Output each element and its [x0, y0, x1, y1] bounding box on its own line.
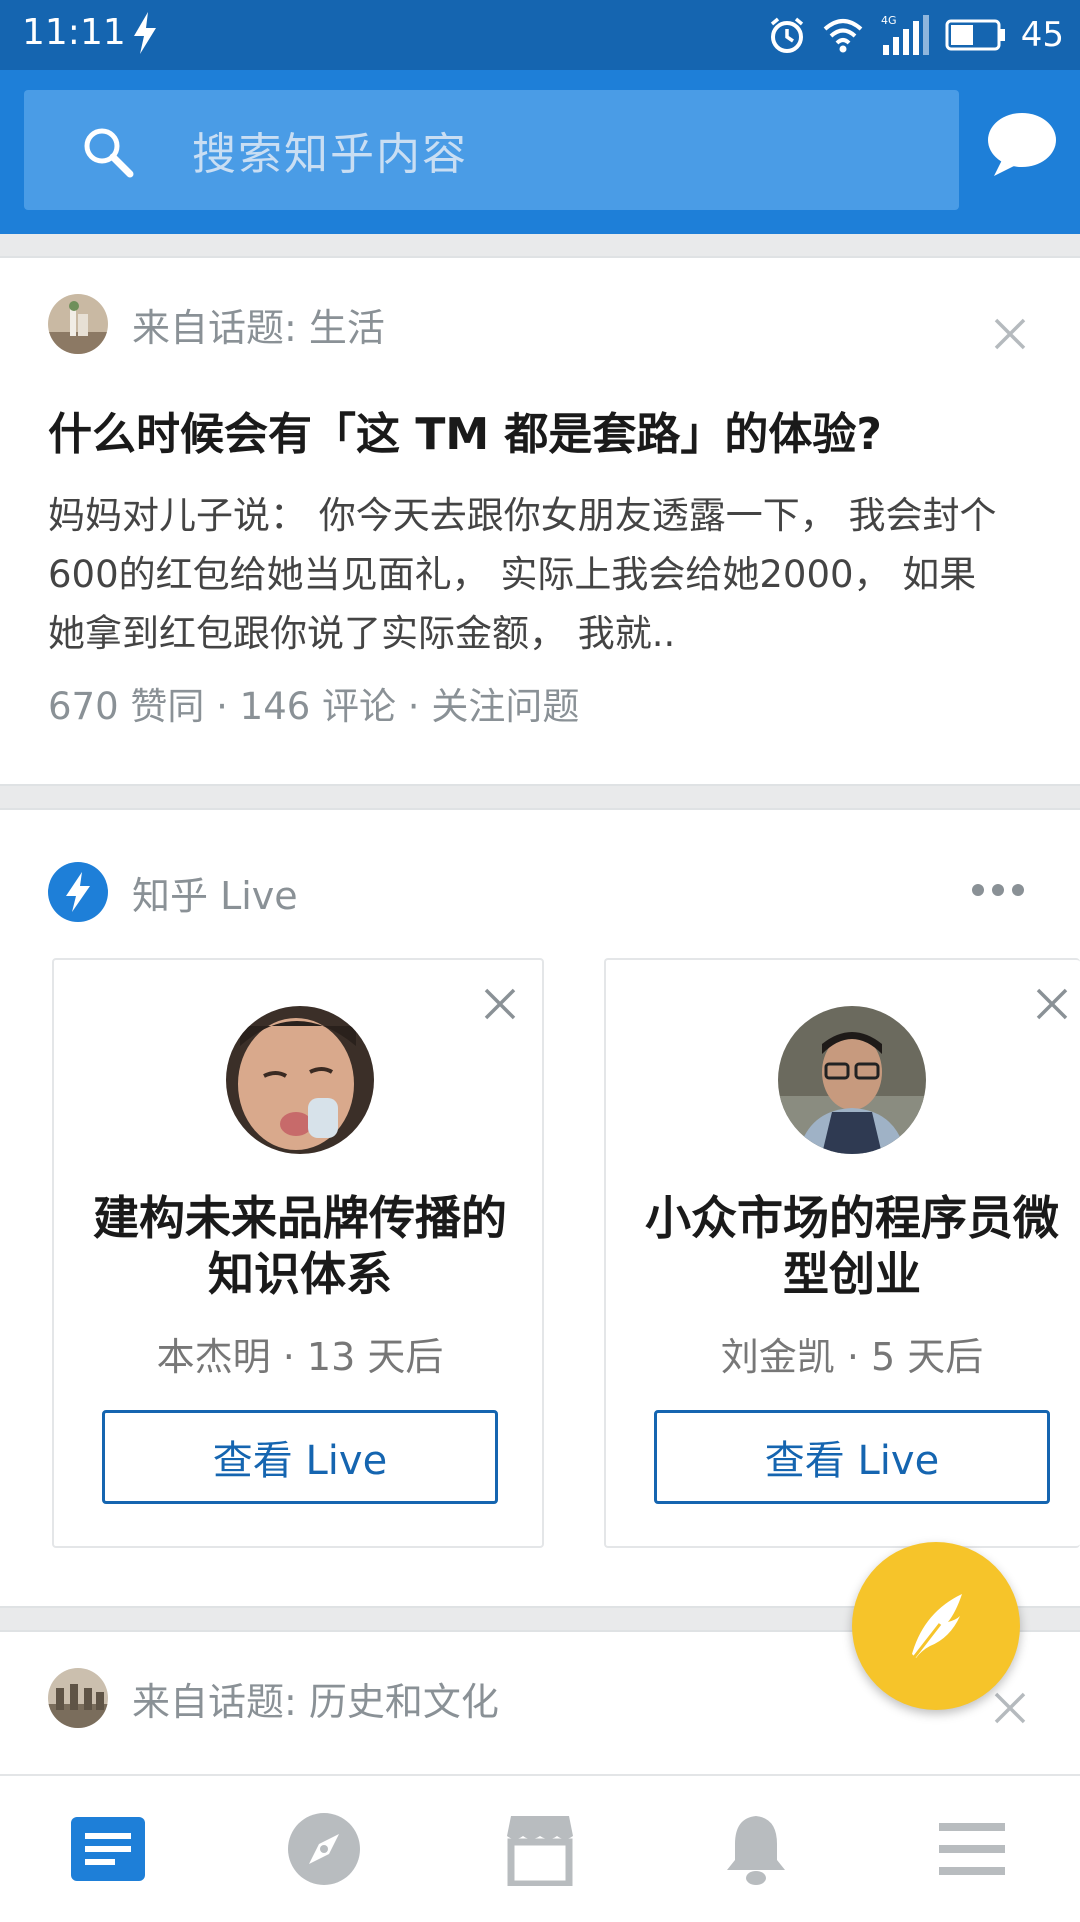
search-icon	[84, 128, 134, 178]
view-live-button[interactable]: 查看 Live	[654, 1410, 1050, 1504]
svg-text:4G: 4G	[881, 14, 897, 27]
more-options-icon[interactable]	[968, 878, 1028, 902]
status-time: 11:11	[22, 12, 126, 53]
topic-avatar	[48, 294, 108, 354]
status-icons: 4G 45	[767, 8, 1064, 62]
topic-label[interactable]: 来自话题: 生活	[132, 297, 385, 352]
status-bar: 11:11 4G 45	[0, 0, 1080, 70]
nav-explore[interactable]	[216, 1776, 432, 1922]
live-section: 知乎 Live 建构未来品牌传播的知识体系 本杰明 · 13 天后 查看 Liv…	[0, 808, 1080, 1608]
messages-icon[interactable]	[984, 110, 1060, 180]
live-subtitle: 刘金凯 · 5 天后	[720, 1335, 984, 1379]
live-title: 小众市场的程序员微型创业	[645, 1191, 1059, 1301]
search-placeholder: 搜索知乎内容	[192, 129, 468, 180]
battery-icon	[945, 19, 1005, 51]
battery-level: 45	[1020, 15, 1064, 55]
close-icon[interactable]	[482, 986, 518, 1022]
search-input[interactable]: 搜索知乎内容	[24, 90, 959, 210]
write-answer-button[interactable]	[852, 1542, 1020, 1710]
close-icon[interactable]	[992, 316, 1028, 352]
flash-icon	[134, 12, 156, 54]
menu-icon	[939, 1823, 1005, 1875]
live-card[interactable]: 建构未来品牌传播的知识体系 本杰明 · 13 天后 查看 Live	[52, 958, 544, 1548]
topic-avatar	[48, 1668, 108, 1728]
nav-store[interactable]	[432, 1776, 648, 1922]
app-bar: 搜索知乎内容	[0, 70, 1080, 234]
zhihu-live-icon	[48, 862, 108, 922]
speaker-avatar	[778, 1006, 926, 1154]
store-icon	[507, 1816, 573, 1886]
nav-notifications[interactable]	[648, 1776, 864, 1922]
answer-excerpt[interactable]: 妈妈对儿子说： 你今天去跟你女朋友透露一下， 我会封个600的红包给她当见面礼，…	[48, 486, 1008, 663]
question-card[interactable]: 来自话题: 生活 什么时候会有「这 TM 都是套路」的体验? 妈妈对儿子说： 你…	[0, 256, 1080, 786]
question-meta: 670 赞同 · 146 评论 · 关注问题	[48, 685, 580, 728]
live-subtitle: 本杰明 · 13 天后	[156, 1335, 444, 1379]
topic-label[interactable]: 来自话题: 历史和文化	[132, 1671, 499, 1726]
nav-more[interactable]	[864, 1776, 1080, 1922]
signal-4g-icon: 4G	[881, 14, 929, 55]
topic-row: 来自话题: 历史和文化	[48, 1668, 499, 1728]
question-title[interactable]: 什么时候会有「这 TM 都是套路」的体验?	[48, 398, 882, 462]
bottom-nav	[0, 1774, 1080, 1920]
close-icon[interactable]	[1034, 986, 1070, 1022]
speaker-avatar	[226, 1006, 374, 1154]
feed-icon	[71, 1817, 145, 1881]
nav-home[interactable]	[0, 1776, 216, 1922]
topic-row: 来自话题: 生活	[48, 294, 385, 354]
compass-icon	[288, 1813, 360, 1885]
live-section-title: 知乎 Live	[132, 873, 298, 918]
live-card[interactable]: 小众市场的程序员微型创业 刘金凯 · 5 天后 查看 Live	[604, 958, 1080, 1548]
live-header: 知乎 Live	[48, 862, 298, 922]
wifi-icon	[823, 19, 863, 53]
bell-icon	[727, 1816, 785, 1885]
live-title: 建构未来品牌传播的知识体系	[93, 1191, 507, 1301]
view-live-button[interactable]: 查看 Live	[102, 1410, 498, 1504]
alarm-icon	[770, 17, 803, 53]
quill-icon	[910, 1594, 962, 1661]
